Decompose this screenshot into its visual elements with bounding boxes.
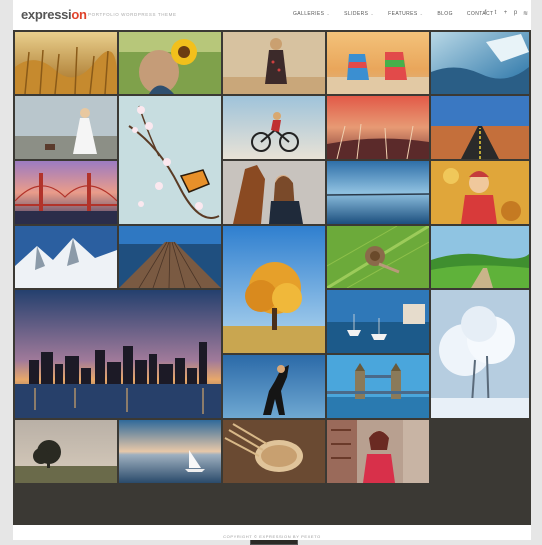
social-links: f t + p ≋ bbox=[482, 10, 529, 17]
site-footer: Copyright © Expression by Pexeto bbox=[13, 525, 531, 540]
site-header: expression Portfolio WordPress Theme Gal… bbox=[13, 0, 531, 31]
photo-calm-lake[interactable] bbox=[327, 161, 429, 224]
nav-item-blog[interactable]: Blog bbox=[437, 11, 453, 17]
photo-rearing-horse[interactable] bbox=[223, 355, 325, 418]
photo-autumn-tree[interactable] bbox=[223, 226, 325, 353]
rss-icon[interactable]: ≋ bbox=[522, 10, 529, 17]
photo-harbor-boats[interactable] bbox=[327, 290, 429, 353]
photo-wooden-pier[interactable] bbox=[119, 226, 221, 288]
photo-lone-tree[interactable] bbox=[15, 420, 117, 483]
nav-item-sliders[interactable]: Sliders ⌄ bbox=[344, 11, 374, 17]
logo-text: expressi bbox=[21, 7, 72, 22]
copyright-text: Copyright © Expression by Pexeto bbox=[223, 534, 321, 539]
photo-beach-chairs[interactable] bbox=[327, 32, 429, 94]
nav-label: Blog bbox=[437, 11, 453, 17]
site-logo[interactable]: expression bbox=[21, 7, 87, 22]
photo-city-skyline-night[interactable] bbox=[15, 290, 221, 418]
facebook-icon[interactable]: f bbox=[482, 10, 489, 17]
chevron-down-icon: ⌄ bbox=[370, 11, 375, 16]
chevron-down-icon: ⌄ bbox=[326, 11, 331, 16]
photo-golden-gate-bridge[interactable] bbox=[15, 161, 117, 224]
photo-snowy-trees[interactable] bbox=[431, 290, 529, 418]
photo-bread-oats[interactable] bbox=[223, 420, 325, 483]
photo-woman-red-scarf[interactable] bbox=[327, 420, 429, 483]
page-frame: expression Portfolio WordPress Theme Gal… bbox=[13, 0, 531, 545]
logo-text-accent: on bbox=[71, 7, 87, 22]
photo-wheat-field[interactable] bbox=[15, 32, 117, 94]
photo-snail-leaf[interactable] bbox=[327, 226, 429, 288]
photo-child-autumn[interactable] bbox=[431, 161, 529, 224]
photo-snowy-mountains[interactable] bbox=[15, 226, 117, 288]
photo-tower-bridge[interactable] bbox=[327, 355, 429, 418]
nav-item-galleries[interactable]: Galleries ⌄ bbox=[293, 11, 330, 17]
photo-sunset-grass[interactable] bbox=[327, 96, 429, 159]
photo-blossom-butterfly[interactable] bbox=[119, 96, 221, 224]
photo-gallery: Load More bbox=[13, 30, 531, 545]
photo-woman-horse[interactable] bbox=[223, 161, 325, 224]
photo-girl-sunflower[interactable] bbox=[119, 32, 221, 94]
nav-label: Sliders bbox=[344, 11, 369, 17]
main-nav: Galleries ⌄ Sliders ⌄ Features ⌄ Blog Conta… bbox=[293, 11, 508, 17]
site-tagline: Portfolio WordPress Theme bbox=[88, 12, 177, 17]
photo-desert-road[interactable] bbox=[431, 96, 529, 159]
photo-bride-beach[interactable] bbox=[15, 96, 117, 159]
twitter-icon[interactable]: t bbox=[492, 10, 499, 17]
google-plus-icon[interactable]: + bbox=[502, 10, 509, 17]
photo-green-hills[interactable] bbox=[431, 226, 529, 288]
pinterest-icon[interactable]: p bbox=[512, 10, 519, 17]
nav-item-features[interactable]: Features ⌄ bbox=[388, 11, 423, 17]
photo-ocean-waves[interactable] bbox=[431, 32, 529, 94]
nav-label: Galleries bbox=[293, 11, 325, 17]
photo-sailboat[interactable] bbox=[119, 420, 221, 483]
nav-label: Features bbox=[388, 11, 418, 17]
photo-woman-dress[interactable] bbox=[223, 32, 325, 94]
photo-cyclist[interactable] bbox=[223, 96, 325, 159]
chevron-down-icon: ⌄ bbox=[419, 11, 424, 16]
